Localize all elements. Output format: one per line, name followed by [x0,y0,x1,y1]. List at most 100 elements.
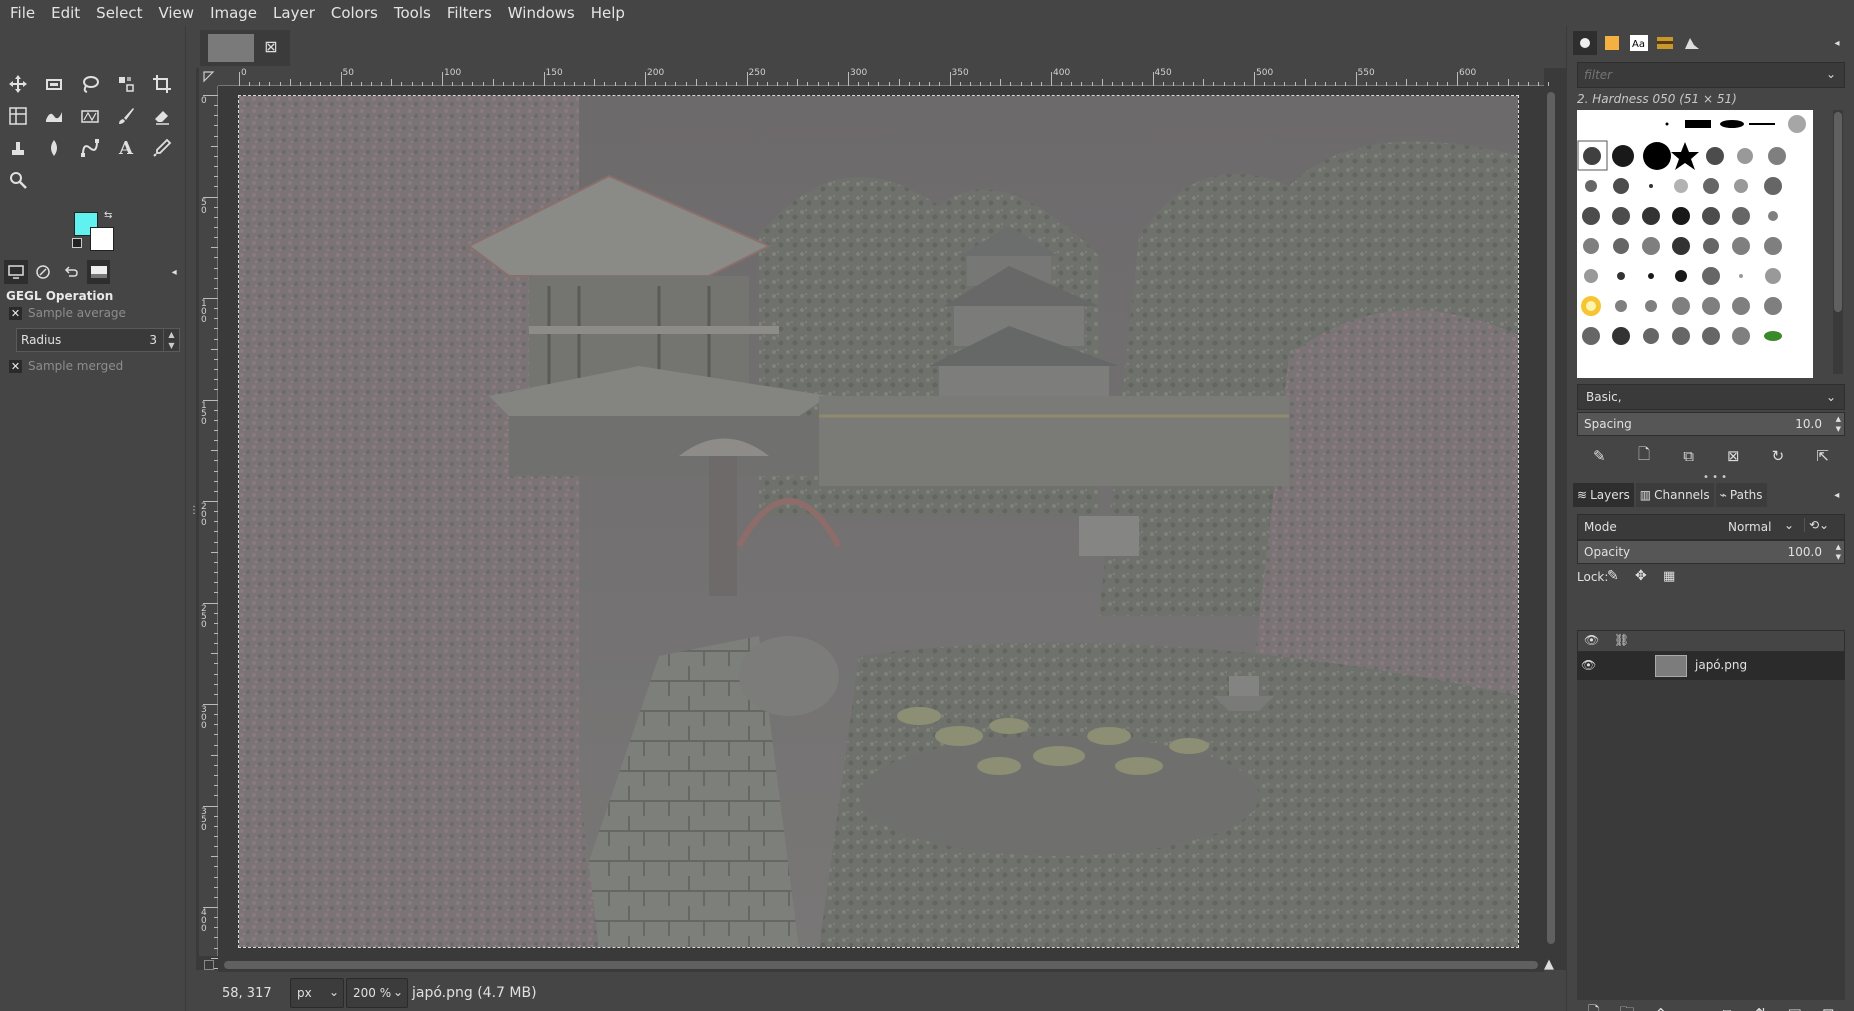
configure-tab-icon[interactable]: ◂ [162,260,186,284]
unified-transform-tool-icon[interactable] [4,102,32,130]
ruler-corner[interactable] [199,68,218,86]
menu-file[interactable]: File [2,0,43,26]
move-tool-icon[interactable] [4,70,32,98]
delete-layer-icon[interactable]: ⊠ [1815,1001,1841,1011]
duplicate-layer-icon[interactable]: ⧉ [1715,1001,1741,1011]
gradients-tab-icon[interactable] [1653,31,1677,55]
menu-tools[interactable]: Tools [386,0,439,26]
menu-image[interactable]: Image [202,0,265,26]
ruler-minor-tick [214,572,218,574]
device-status-tab-icon[interactable] [32,260,56,284]
layer-row[interactable]: 👁 japó.png [1577,652,1845,680]
histogram-tab-icon[interactable] [1680,31,1704,55]
smudge-tool-icon[interactable] [40,134,68,162]
navigate-icon[interactable]: ▲ [1544,958,1558,972]
warp-transform-tool-icon[interactable] [40,102,68,130]
selected-brush-name: 2. Hardness 050 (51 × 51) [1577,92,1737,106]
radius-spinner[interactable]: Radius 3 ▲ ▼ [16,328,180,352]
menu-filters[interactable]: Filters [439,0,500,26]
delete-brush-icon[interactable]: ⊠ [1720,443,1746,469]
refresh-brushes-icon[interactable]: ↻ [1765,443,1791,469]
brush-scrollbar[interactable] [1833,110,1843,374]
merge-down-icon[interactable]: ⇅ [1748,1001,1774,1011]
swap-colors-icon[interactable]: ⇆ [104,210,112,221]
menu-help[interactable]: Help [583,0,633,26]
brushes-tab-icon[interactable] [1573,31,1597,55]
brush-filter-input[interactable] [1578,63,1844,87]
layer-mask-icon[interactable]: ▣ [1782,1001,1808,1011]
brush-set-select[interactable]: Basic, ⌄ [1577,384,1845,410]
fuzzy-select-tool-icon[interactable] [112,70,140,98]
sample-merged-checkbox[interactable]: ✕ [9,360,22,373]
brush-grid[interactable] [1577,110,1813,378]
text-tool-icon[interactable]: A [112,134,140,162]
paintbrush-tool-icon[interactable] [112,102,140,130]
lasso-tool-icon[interactable] [76,70,104,98]
open-brush-icon[interactable]: ⇱ [1810,443,1836,469]
color-picker-tool-icon[interactable] [148,134,176,162]
chevron-down-icon[interactable]: ⌄ [1826,67,1836,81]
image-canvas[interactable] [238,95,1519,948]
menu-view[interactable]: View [150,0,202,26]
duplicate-brush-icon[interactable]: ⧉ [1676,443,1702,469]
menu-colors[interactable]: Colors [323,0,386,26]
menu-select[interactable]: Select [88,0,150,26]
menu-edit[interactable]: Edit [43,0,88,26]
zoom-tool-icon[interactable] [4,166,32,194]
spacing-slider[interactable]: Spacing 10.0 ▲ ▼ [1577,412,1845,436]
clone-tool-icon[interactable] [4,134,32,162]
tab-layers[interactable]: ≋ Layers [1573,483,1634,507]
vertical-ruler[interactable]: 0 50 100 150 200 250 300 350 400 [199,86,218,1000]
paths-tool-icon[interactable] [76,134,104,162]
ruler-tick [949,72,951,86]
zoom-select[interactable]: 200 % ⌄ [346,978,408,1008]
composite-mode-icon[interactable]: ⟲⌄ [1804,518,1829,532]
opacity-slider[interactable]: Opacity 100.0 ▲ ▼ [1577,540,1845,564]
lower-layer-icon[interactable]: ⌄ [1681,1001,1707,1011]
lock-pixels-icon[interactable]: ✎ [1607,568,1619,584]
crop-tool-icon[interactable] [148,70,176,98]
images-tab-icon[interactable] [86,260,111,284]
ruler-tick [239,72,240,86]
menu-windows[interactable]: Windows [500,0,583,26]
background-color-swatch[interactable] [90,227,114,251]
default-colors-icon[interactable] [72,238,82,248]
quick-mask-icon[interactable] [204,960,214,970]
vertical-scrollbar[interactable] [1544,86,1558,956]
brush-scroll-thumb[interactable] [1834,112,1842,312]
eraser-tool-icon[interactable] [148,102,176,130]
horizontal-ruler[interactable]: 0 50 100 150 200 250 300 350 400 450 500 550 600 [218,68,1550,86]
layer-mode-select[interactable]: Mode Normal ⌄ ⟲⌄ [1577,514,1845,540]
radius-stepper-icon[interactable]: ▲ ▼ [163,329,179,351]
lock-position-icon[interactable]: ✥ [1635,568,1647,584]
menu-layer[interactable]: Layer [265,0,323,26]
layer-visibility-icon[interactable]: 👁 [1581,658,1596,672]
raise-layer-icon[interactable]: ⌃ [1648,1001,1674,1011]
new-layer-group-icon[interactable]: 🗀 [1614,1001,1640,1011]
image-tab[interactable]: ⊠ [200,30,290,66]
fonts-tab-icon[interactable]: Aa [1627,31,1651,55]
new-brush-icon[interactable]: 🗋 [1631,443,1657,469]
horizontal-scrollbar[interactable] [218,958,1544,972]
configure-tab-icon[interactable]: ◂ [1825,483,1849,507]
unit-select[interactable]: px ⌄ [290,978,344,1008]
lock-alpha-icon[interactable]: ▦ [1663,569,1675,584]
vertical-scroll-thumb[interactable] [1547,92,1555,944]
sample-average-checkbox[interactable]: ✕ [9,307,22,320]
configure-tab-icon[interactable]: ◂ [1825,31,1849,55]
horizontal-scroll-thumb[interactable] [224,961,1538,969]
tool-options-tab-icon[interactable] [4,260,28,284]
edit-brush-icon[interactable]: ✎ [1586,443,1612,469]
tab-channels[interactable]: ▥ Channels [1635,483,1714,507]
opacity-stepper-icon[interactable]: ▲ ▼ [1836,542,1841,562]
spacing-stepper-icon[interactable]: ▲ ▼ [1836,414,1841,434]
tab-paths[interactable]: ⌁ Paths [1715,483,1767,507]
layer-name[interactable]: japó.png [1695,658,1747,672]
rect-select-tool-icon[interactable] [40,70,68,98]
gradient-tool-icon[interactable] [76,102,104,130]
undo-history-tab-icon[interactable] [59,260,83,284]
brush-filter-field[interactable]: ⌄ [1577,62,1845,88]
patterns-tab-icon[interactable] [1600,31,1624,55]
new-layer-icon[interactable]: 🗋 [1581,1001,1607,1011]
close-icon[interactable]: ⊠ [262,38,280,56]
